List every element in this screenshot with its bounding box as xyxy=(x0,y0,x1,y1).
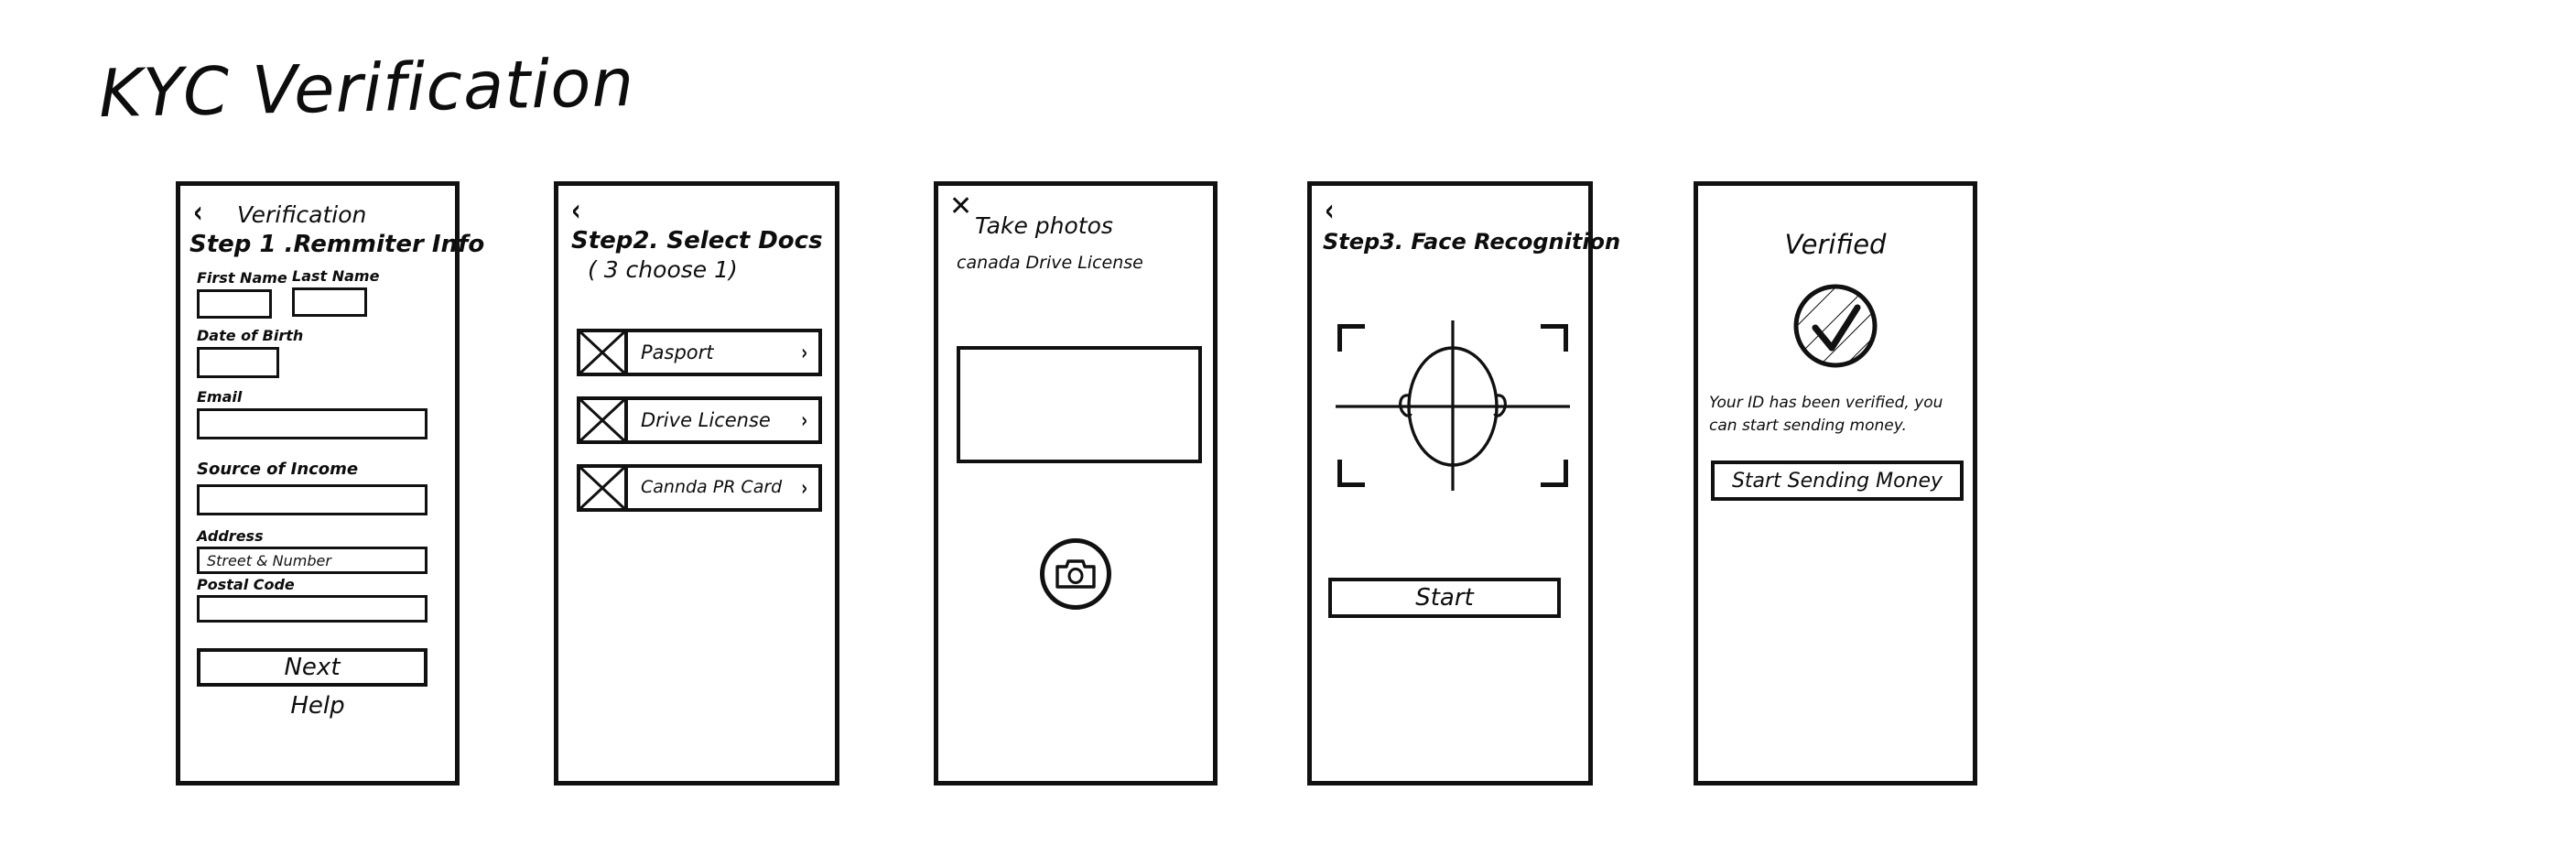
screen-verified: Verified Your ID has been verified, you … xyxy=(1694,181,1977,786)
label-date-of-birth: Date of Birth xyxy=(197,327,304,344)
back-chevron-icon[interactable]: ‹ xyxy=(193,197,203,228)
photo-preview-frame xyxy=(957,346,1202,463)
label-first-name: First Name xyxy=(197,269,287,287)
back-chevron-icon[interactable]: ‹ xyxy=(571,195,581,226)
screen-remitter-info: ‹ Verification Step 1 .Remmiter Info Fir… xyxy=(176,181,484,786)
chevron-right-icon: › xyxy=(801,475,808,501)
input-email[interactable] xyxy=(197,408,428,439)
verified-title: Verified xyxy=(1784,229,1887,260)
chevron-right-icon: › xyxy=(801,407,808,433)
input-first-name[interactable] xyxy=(197,289,272,319)
doc-option-passport[interactable]: Pasport › xyxy=(577,329,822,376)
help-link[interactable]: Help xyxy=(180,692,455,721)
screen-take-photos: ✕ Take photos canada Drive License xyxy=(934,181,1218,786)
label-address: Address xyxy=(197,527,264,545)
start-sending-money-button[interactable]: Start Sending Money xyxy=(1711,461,1964,501)
step-title: Step3. Face Recognition xyxy=(1323,229,1621,255)
placeholder-street-number: Street & Number xyxy=(207,552,331,569)
input-last-name[interactable] xyxy=(292,287,367,317)
screen-header-title: Verification xyxy=(237,201,367,228)
page-title: KYC Verification xyxy=(98,43,635,133)
screen-select-docs: ‹ Step2. Select Docs ( 3 choose 1) Paspo… xyxy=(554,181,839,786)
doc-option-label: Cannda PR Card xyxy=(641,477,783,498)
back-chevron-icon[interactable]: ‹ xyxy=(1325,195,1335,226)
camera-shutter-button[interactable] xyxy=(1040,538,1111,610)
doc-option-label: Drive License xyxy=(641,408,771,431)
step-title: Step2. Select Docs xyxy=(571,227,823,255)
doc-option-drive-license[interactable]: Drive License › xyxy=(577,396,822,444)
input-address-street[interactable]: Street & Number xyxy=(197,547,428,574)
step-title: Step 1 .Remmiter Info xyxy=(189,231,485,258)
verified-badge xyxy=(1791,282,1879,370)
screen-face-recognition: ‹ Step3. Face Recognition Start xyxy=(1307,181,1620,786)
close-icon[interactable]: ✕ xyxy=(949,193,972,221)
doc-option-canada-pr-card[interactable]: Cannda PR Card › xyxy=(577,464,822,512)
chevron-right-icon: › xyxy=(801,340,808,365)
label-last-name: Last Name xyxy=(292,267,380,285)
take-photos-subtitle: canada Drive License xyxy=(957,253,1143,273)
check-circle-icon xyxy=(1793,284,1878,368)
label-postal-code: Postal Code xyxy=(197,576,295,593)
label-email: Email xyxy=(197,388,243,406)
label-source-of-income: Source of Income xyxy=(197,460,359,479)
input-source-of-income[interactable] xyxy=(197,484,428,515)
doc-option-label: Pasport xyxy=(641,341,714,363)
take-photos-title: Take photos xyxy=(975,212,1113,239)
camera-icon xyxy=(1055,559,1096,589)
next-button[interactable]: Next xyxy=(197,648,428,687)
face-outline-icon xyxy=(1336,320,1570,491)
start-button[interactable]: Start xyxy=(1328,578,1561,618)
face-capture-frame xyxy=(1328,319,1577,493)
step-subtitle: ( 3 choose 1) xyxy=(588,256,738,283)
document-thumbnail-icon xyxy=(580,332,628,373)
verified-message: Your ID has been verified, you can start… xyxy=(1709,394,1943,435)
document-thumbnail-icon xyxy=(580,400,628,440)
input-postal-code[interactable] xyxy=(197,595,428,623)
document-thumbnail-icon xyxy=(580,468,628,508)
input-date-of-birth[interactable] xyxy=(197,347,279,378)
